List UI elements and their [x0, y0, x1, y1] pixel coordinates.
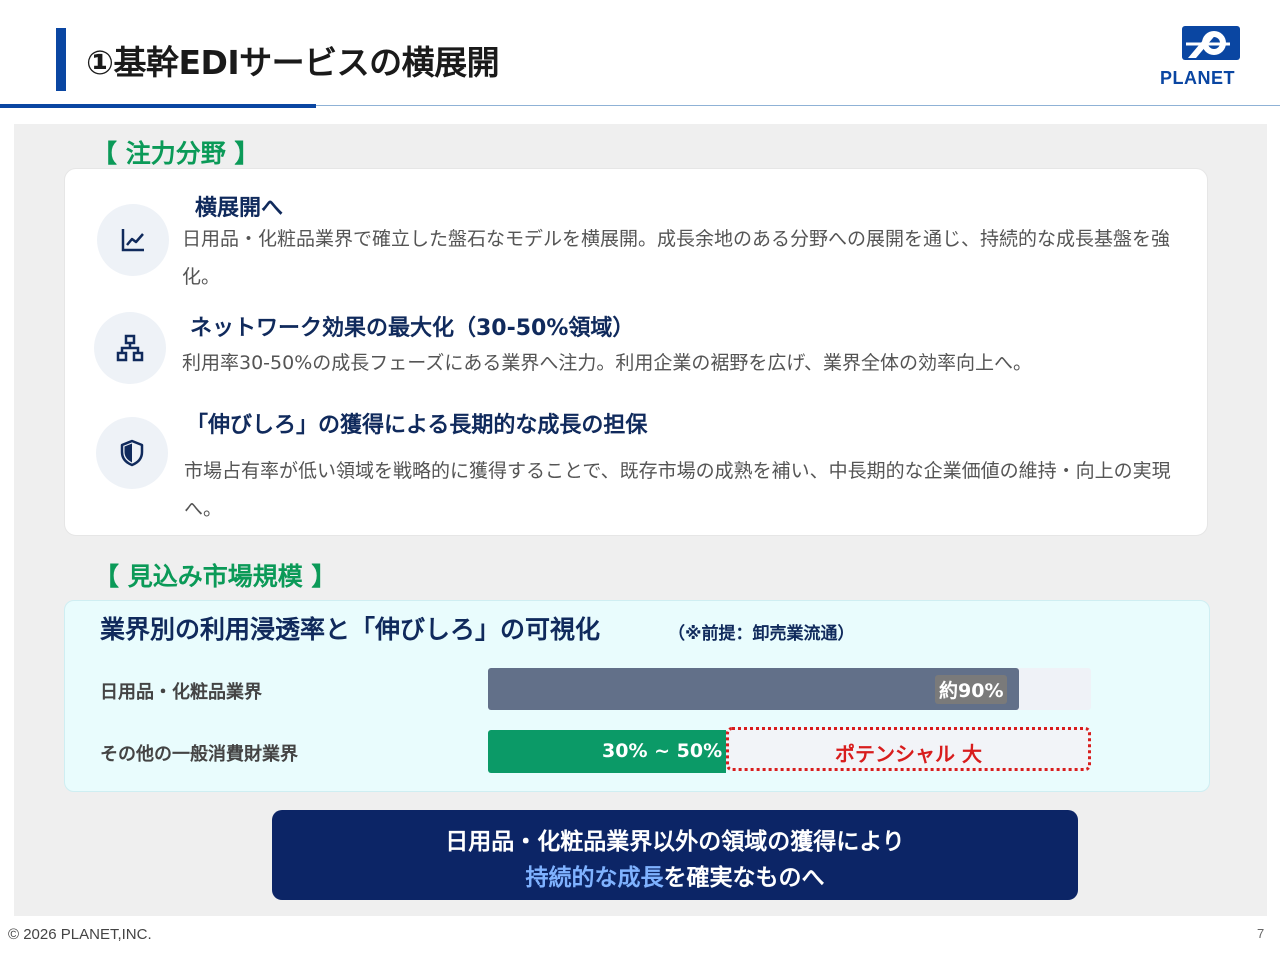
copyright: © 2026 PLANET,INC.	[8, 926, 152, 943]
conclusion-highlight: 持続的な成長	[525, 865, 664, 891]
conclusion-banner: 日用品・化粧品業界以外の領域の獲得により 持続的な成長を確実なものへ	[272, 810, 1078, 900]
conclusion-line1: 日用品・化粧品業界以外の領域の獲得により	[445, 829, 905, 855]
row-label: その他の一般消費財業界	[100, 744, 298, 765]
market-title: 業界別の利用浸透率と「伸びしろ」の可視化	[100, 615, 601, 644]
focus-item-title: ネットワーク効果の最大化（30-50%領域）	[190, 316, 635, 341]
market-section-label: 【 見込み市場規模 】	[94, 562, 337, 591]
focus-item-desc: 市場占有率が低い領域を戦略的に獲得することで、既存市場の成熟を補い、中長期的な企…	[184, 460, 1171, 520]
conclusion-line2: 持続的な成長を確実なものへ	[272, 858, 1078, 892]
title-accent-bar	[56, 28, 66, 91]
header-divider-accent	[0, 104, 316, 108]
focus-item-desc: 日用品・化粧品業界で確立した盤石なモデルを横展開。成長余地のある分野への展開を通…	[182, 228, 1171, 288]
header-divider	[316, 105, 1280, 106]
chart-line-icon	[97, 204, 169, 276]
page-number: 7	[1257, 926, 1265, 941]
page-title: ①基幹EDIサービスの横展開	[86, 43, 500, 82]
network-icon	[94, 312, 166, 384]
bar-value-label: 約90%	[935, 675, 1008, 704]
focus-item-title: 横展開へ	[195, 196, 284, 221]
market-note: （※前提：卸売業流通）	[668, 624, 855, 644]
shield-icon	[96, 417, 168, 489]
row-label: 日用品・化粧品業界	[100, 682, 262, 703]
focus-section-label: 【 注力分野 】	[92, 139, 260, 168]
potential-box: ポテンシャル 大	[726, 727, 1091, 771]
logo-text: PLANET	[1160, 68, 1235, 88]
focus-item-title: 「伸びしろ」の獲得による長期的な成長の担保	[186, 413, 648, 438]
bar-value-label: 30% ~ 50%	[602, 740, 723, 762]
potential-label: ポテンシャル 大	[835, 742, 982, 766]
focus-item-desc: 利用率30-50%の成長フェーズにある業界へ注力。利用企業の裾野を広げ、業界全体…	[182, 352, 1032, 374]
conclusion-rest: を確実なものへ	[663, 865, 825, 891]
